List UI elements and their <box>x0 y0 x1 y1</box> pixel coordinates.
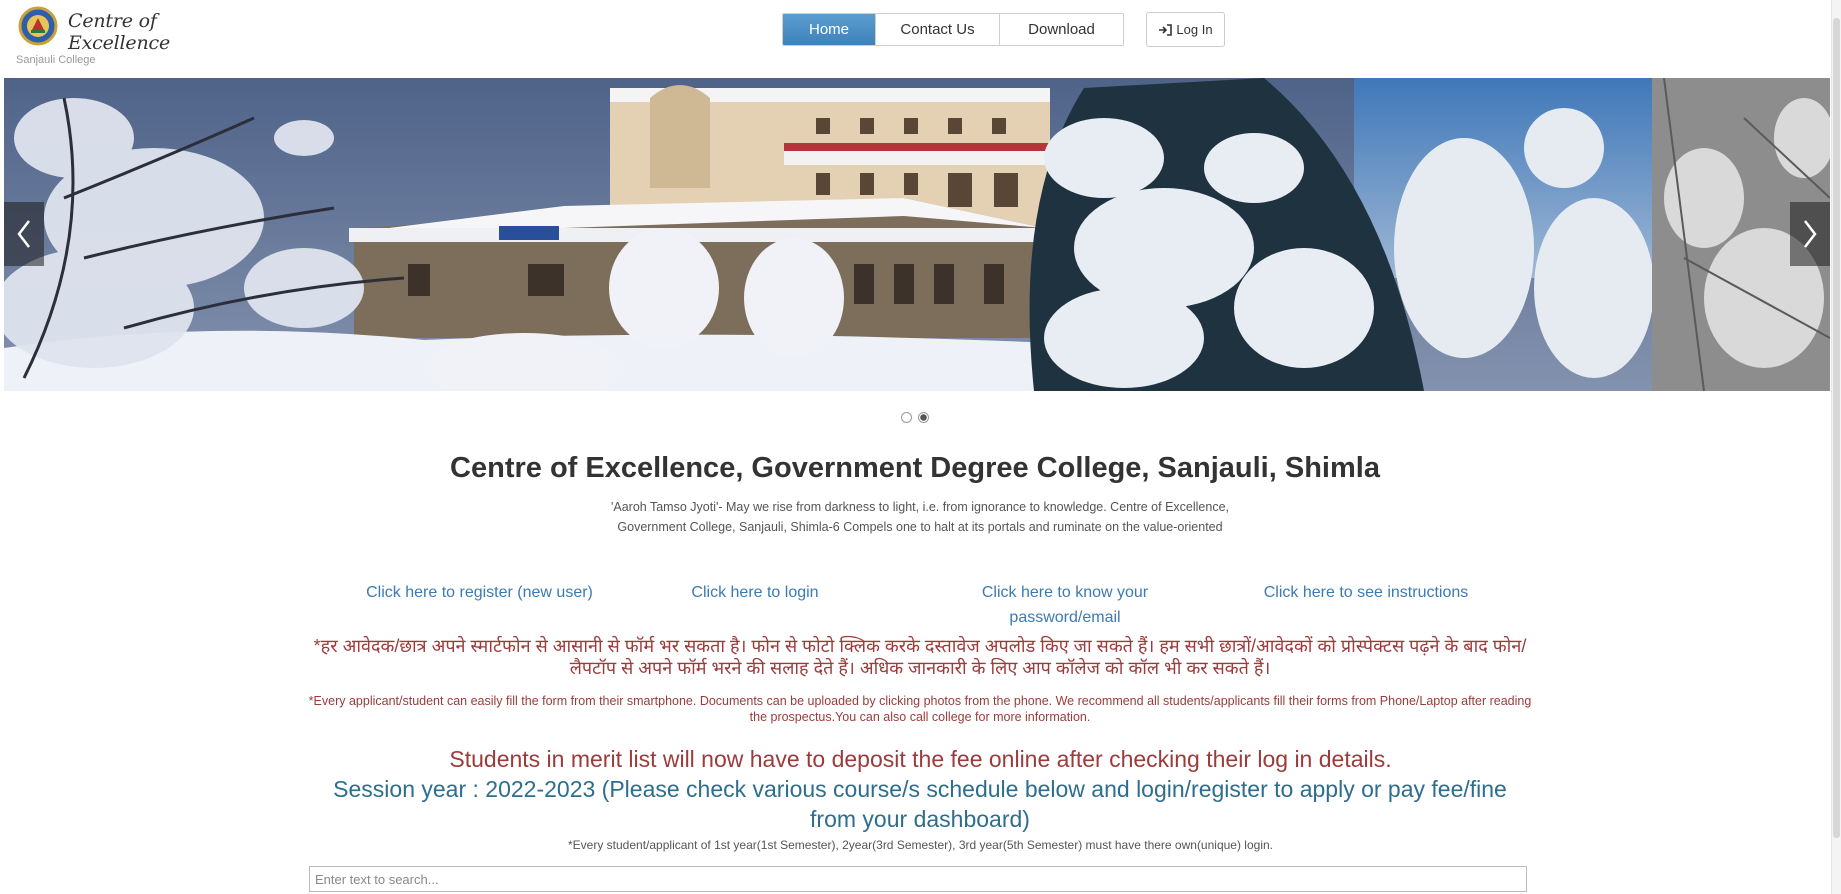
carousel-indicators <box>0 412 1830 423</box>
action-links: Click here to register (new user) Click … <box>0 580 1830 630</box>
search-input[interactable] <box>309 866 1527 892</box>
merit-list-notice: Students in merit list will now have to … <box>449 746 1392 772</box>
unique-login-note: *Every student/applicant of 1st year(1st… <box>568 838 1273 852</box>
nav-contact-us[interactable]: Contact Us <box>875 14 999 45</box>
scrollbar-thumb[interactable] <box>1833 18 1840 838</box>
intro-text: 'Aaroh Tamso Jyoti'- May we rise from da… <box>610 500 1229 534</box>
login-icon <box>1159 23 1173 36</box>
login-button[interactable]: Log In <box>1146 12 1225 47</box>
carousel-next-button[interactable] <box>1790 202 1830 266</box>
nav-download[interactable]: Download <box>999 14 1123 45</box>
campus-snow-photo <box>4 78 1830 391</box>
login-label: Log In <box>1176 22 1213 37</box>
chevron-right-icon <box>1804 220 1817 248</box>
register-link[interactable]: Click here to register (new user) <box>347 580 612 605</box>
image-carousel[interactable] <box>4 78 1830 391</box>
carousel-prev-button[interactable] <box>4 202 44 266</box>
session-notice: Session year : 2022-2023 (Please check v… <box>333 776 1507 832</box>
instructions-link[interactable]: Click here to see instructions <box>1246 580 1486 605</box>
college-logo[interactable]: Centre of Excellence Sanjauli College <box>16 4 216 70</box>
password-recovery-link[interactable]: Click here to know your password/email <box>960 580 1170 630</box>
logo-subtitle: Sanjauli College <box>16 54 96 66</box>
english-notice: *Every applicant/student can easily fill… <box>308 694 1532 724</box>
carousel-indicator-1[interactable] <box>901 412 912 423</box>
logo-title: Centre of Excellence <box>68 10 170 54</box>
college-emblem-icon <box>18 6 58 46</box>
chevron-left-icon <box>17 220 30 248</box>
carousel-indicator-2[interactable] <box>918 412 929 423</box>
login-link[interactable]: Click here to login <box>690 580 820 605</box>
main-nav: Home Contact Us Download <box>782 13 1124 46</box>
page-title: Centre of Excellence, Government Degree … <box>450 452 1380 484</box>
hindi-notice: *हर आवेदक/छात्र अपने स्मार्टफोन से आसानी… <box>313 636 1527 678</box>
nav-home[interactable]: Home <box>783 14 875 45</box>
